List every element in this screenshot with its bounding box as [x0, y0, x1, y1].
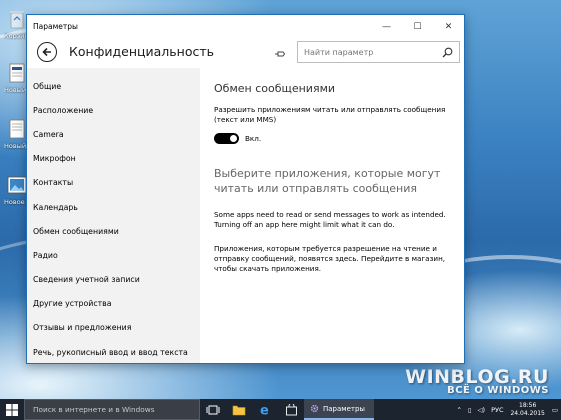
settings-body: Общие Расположение Camera Микрофон Конта…	[27, 68, 464, 363]
apps-store-text: Приложения, которым требуется разрешение…	[214, 244, 446, 273]
sidebar-item-contacts[interactable]: Контакты	[27, 171, 200, 195]
recycle-bin-icon	[6, 8, 28, 30]
close-button[interactable]: ✕	[433, 15, 464, 38]
start-button[interactable]	[0, 399, 24, 420]
watermark: WINBLOG.RU ВСЁ О WINDOWS	[405, 366, 549, 396]
sidebar-item-general[interactable]: Общие	[27, 74, 200, 98]
section-title-choose-apps: Выберите приложения, которые могут читат…	[214, 167, 441, 195]
page-header: Конфиденциальность	[27, 38, 464, 68]
window-title: Параметры	[33, 22, 78, 31]
store-button[interactable]	[278, 399, 304, 420]
pin-icon[interactable]	[273, 46, 287, 60]
sidebar-item-location[interactable]: Расположение	[27, 98, 200, 122]
explorer-button[interactable]	[226, 399, 252, 420]
search-input[interactable]	[298, 47, 438, 57]
window-controls: — ☐ ✕	[371, 15, 464, 38]
section-title-messaging: Обмен сообщениями	[214, 82, 336, 95]
task-view-icon	[206, 405, 220, 414]
minimize-button[interactable]: —	[371, 15, 402, 38]
network-icon[interactable]: ▯	[468, 406, 472, 414]
page-title: Конфиденциальность	[69, 44, 215, 59]
sidebar-item-account-info[interactable]: Сведения учетной записи	[27, 268, 200, 292]
taskbar-app-settings[interactable]: Параметры	[304, 399, 374, 420]
search-icon[interactable]	[442, 47, 453, 58]
maximize-button[interactable]: ☐	[402, 15, 433, 38]
sidebar-item-speech-inking[interactable]: Речь, рукописный ввод и ввод текста	[27, 340, 200, 364]
content-pane: Обмен сообщениями Разрешить приложениям …	[200, 68, 464, 363]
windows-logo-icon	[6, 403, 18, 416]
taskbar: Поиск в интернете и в Windows e Параметр…	[0, 399, 561, 420]
folder-icon	[232, 405, 246, 415]
taskbar-search[interactable]: Поиск в интернете и в Windows	[24, 399, 200, 420]
messaging-toggle[interactable]	[214, 133, 239, 144]
notifications-icon[interactable]: ▭	[552, 406, 558, 414]
browser-e-icon: e	[260, 404, 269, 417]
clock-date: 24.04.2015	[510, 409, 545, 417]
sidebar-item-messaging[interactable]: Обмен сообщениями	[27, 219, 200, 243]
messaging-description: Разрешить приложениям читать или отправл…	[214, 105, 446, 124]
store-bag-icon	[285, 403, 297, 415]
language-indicator[interactable]: РУС	[491, 406, 503, 414]
sidebar-item-microphone[interactable]: Микрофон	[27, 147, 200, 171]
task-view-button[interactable]	[200, 399, 226, 420]
image-file-icon	[6, 174, 28, 196]
text-file-icon	[6, 118, 28, 140]
volume-icon[interactable]: ◁)	[478, 406, 486, 414]
toggle-knob	[230, 135, 237, 142]
taskbar-app-label: Параметры	[323, 404, 365, 413]
settings-gear-icon	[310, 404, 319, 413]
back-arrow-icon	[42, 47, 51, 57]
browser-button[interactable]: e	[252, 399, 278, 420]
document-icon	[6, 62, 28, 84]
settings-window: Параметры — ☐ ✕ Конфиденциальность Общие…	[26, 14, 465, 364]
sidebar-item-camera[interactable]: Camera	[27, 122, 200, 146]
clock-time: 18:56	[519, 401, 537, 409]
toggle-state-label: Вкл.	[245, 134, 262, 143]
svg-text:e: e	[260, 404, 269, 417]
window-titlebar[interactable]: Параметры — ☐ ✕	[27, 15, 464, 38]
back-button[interactable]	[37, 42, 57, 62]
messaging-toggle-row: Вкл.	[214, 133, 450, 144]
sidebar-item-other-devices[interactable]: Другие устройства	[27, 292, 200, 316]
sidebar: Общие Расположение Camera Микрофон Конта…	[27, 68, 200, 363]
system-tray: ⌃ ▯ ◁) РУС 18:56 24.04.2015 ▭	[453, 399, 561, 420]
clock[interactable]: 18:56 24.04.2015	[506, 402, 548, 418]
sidebar-item-radios[interactable]: Радио	[27, 243, 200, 267]
sidebar-item-feedback[interactable]: Отзывы и предложения	[27, 316, 200, 340]
apps-info-text: Some apps need to read or send messages …	[214, 210, 446, 229]
search-box[interactable]	[297, 41, 460, 63]
tray-chevron-icon[interactable]: ⌃	[456, 406, 461, 414]
sidebar-item-calendar[interactable]: Календарь	[27, 195, 200, 219]
